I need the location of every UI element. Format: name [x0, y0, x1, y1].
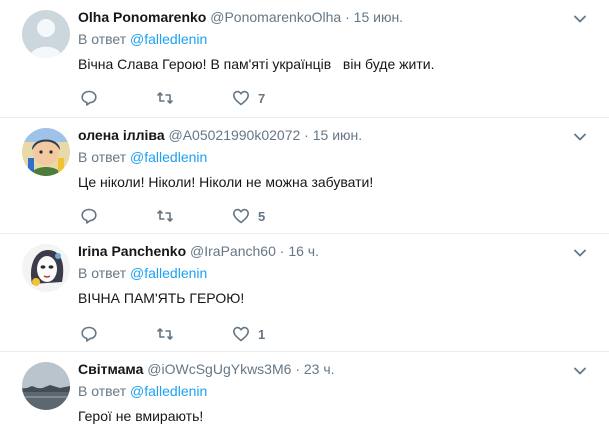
retweet-button[interactable]	[156, 325, 232, 343]
tweet-header: Irina Panchenko @IraPanch60 · 16 ч.	[78, 242, 589, 260]
reply-mention-link[interactable]: @falledlenin	[130, 383, 207, 399]
display-name[interactable]: олена ілліва	[78, 127, 165, 143]
avatar[interactable]	[22, 128, 70, 176]
tweet-timestamp[interactable]: 23 ч.	[304, 361, 335, 377]
display-name[interactable]: Olha Ponomarenko	[78, 9, 206, 25]
reply-button[interactable]	[80, 207, 156, 225]
tweet-content: олена ілліва @A05021990k02072 · 15 июн. …	[78, 126, 589, 192]
reply-icon	[81, 326, 97, 342]
tweet-actions: 1	[80, 324, 308, 344]
user-handle[interactable]: @PonomarenkoOlha	[210, 9, 341, 25]
reply-mention-link[interactable]: @falledlenin	[130, 31, 207, 47]
reply-context: В ответ @falledlenin	[78, 30, 589, 48]
reply-prefix: В ответ	[78, 383, 127, 399]
tweet[interactable]: Світмама @iOWcSgUgYkws3M6 · 23 ч. В отве…	[0, 352, 609, 433]
tweet-text: ВІЧНА ПАМ'ЯТЬ ГЕРОЮ!	[78, 290, 245, 306]
reply-mention-link[interactable]: @falledlenin	[130, 265, 207, 281]
tweet-timestamp[interactable]: 15 июн.	[313, 127, 362, 143]
tweet-actions: 7	[80, 88, 308, 108]
avatar[interactable]	[22, 362, 70, 410]
tweet[interactable]: Irina Panchenko @IraPanch60 · 16 ч. В от…	[0, 234, 609, 352]
chevron-down-icon[interactable]	[573, 130, 587, 144]
tweet-text: Герої не вмирають!	[78, 408, 204, 424]
tweet-content: Irina Panchenko @IraPanch60 · 16 ч. В от…	[78, 242, 589, 308]
like-count: 7	[258, 90, 266, 106]
reply-mention-link[interactable]: @falledlenin	[130, 149, 207, 165]
avatar[interactable]	[22, 10, 70, 58]
retweet-icon	[157, 328, 173, 340]
reply-icon	[81, 90, 97, 106]
user-handle[interactable]: @A05021990k02072	[169, 127, 301, 143]
tweet-header: олена ілліва @A05021990k02072 · 15 июн.	[78, 126, 589, 144]
reply-button[interactable]	[80, 325, 156, 343]
user-handle[interactable]: @iOWcSgUgYkws3M6	[147, 361, 291, 377]
chevron-down-icon[interactable]	[573, 246, 587, 260]
separator-dot: ·	[304, 127, 309, 143]
avatar[interactable]	[22, 244, 70, 292]
like-count: 5	[258, 208, 266, 224]
like-button[interactable]: 7	[232, 89, 308, 107]
replies-timeline: Olha Ponomarenko @PonomarenkoOlha · 15 и…	[0, 0, 609, 433]
like-button[interactable]: 1	[232, 325, 308, 343]
reply-prefix: В ответ	[78, 149, 127, 165]
chevron-down-icon[interactable]	[573, 12, 587, 26]
drawn-face-avatar-icon	[22, 244, 70, 292]
heart-icon	[233, 90, 249, 106]
separator-dot: ·	[345, 9, 350, 25]
reply-icon	[81, 208, 97, 224]
like-count: 1	[258, 326, 266, 342]
chevron-down-icon[interactable]	[573, 364, 587, 378]
display-name[interactable]: Irina Panchenko	[78, 243, 186, 259]
heart-icon	[233, 208, 249, 224]
reply-context: В ответ @falledlenin	[78, 148, 589, 166]
tweet[interactable]: Olha Ponomarenko @PonomarenkoOlha · 15 и…	[0, 0, 609, 118]
tweet-actions: 5	[80, 206, 308, 226]
tweet[interactable]: олена ілліва @A05021990k02072 · 15 июн. …	[0, 118, 609, 234]
separator-dot: ·	[295, 361, 300, 377]
separator-dot: ·	[279, 243, 285, 259]
default-avatar-silhouette-icon	[22, 10, 70, 58]
tweet-text: Вічна Слава Герою! В пам'яті українців в…	[78, 56, 435, 72]
reply-prefix: В ответ	[78, 31, 127, 47]
tweet-text: Це ніколи! Ніколи! Ніколи не можна забув…	[78, 174, 374, 190]
reply-context: В ответ @falledlenin	[78, 382, 589, 400]
reply-button[interactable]	[80, 89, 156, 107]
cartoon-girl-avatar-icon	[22, 128, 70, 176]
tweet-timestamp[interactable]: 16 ч.	[288, 243, 319, 259]
heart-icon	[233, 326, 249, 342]
tweet-header: Olha Ponomarenko @PonomarenkoOlha · 15 и…	[78, 8, 589, 26]
tweet-content: Olha Ponomarenko @PonomarenkoOlha · 15 и…	[78, 8, 589, 74]
retweet-icon	[157, 210, 173, 222]
retweet-button[interactable]	[156, 207, 232, 225]
tweet-header: Світмама @iOWcSgUgYkws3M6 · 23 ч.	[78, 360, 589, 378]
retweet-icon	[157, 92, 173, 104]
user-handle[interactable]: @IraPanch60	[190, 243, 276, 259]
retweet-button[interactable]	[156, 89, 232, 107]
tweet-timestamp[interactable]: 15 июн.	[354, 9, 403, 25]
reply-prefix: В ответ	[78, 265, 127, 281]
display-name[interactable]: Світмама	[78, 361, 143, 377]
like-button[interactable]: 5	[232, 207, 308, 225]
reply-context: В ответ @falledlenin	[78, 264, 589, 282]
landscape-photo-avatar-icon	[22, 362, 70, 410]
tweet-content: Світмама @iOWcSgUgYkws3M6 · 23 ч. В отве…	[78, 360, 589, 426]
